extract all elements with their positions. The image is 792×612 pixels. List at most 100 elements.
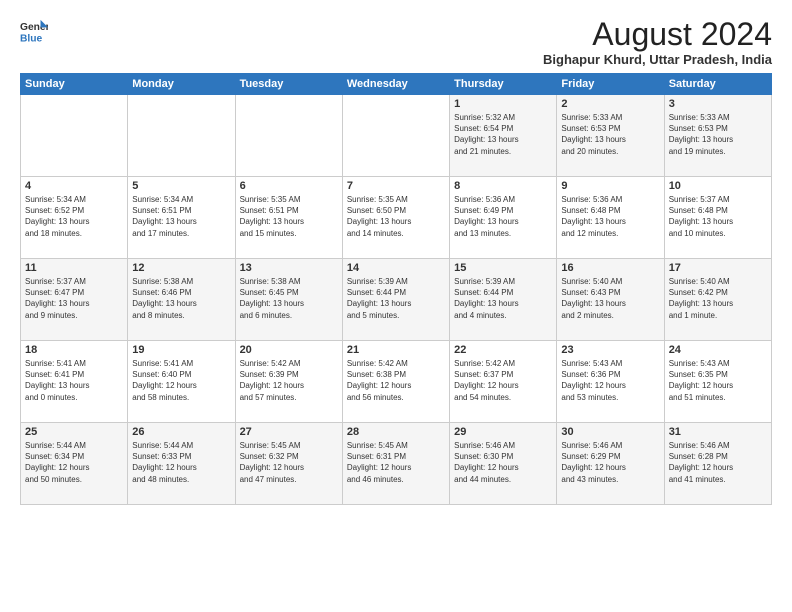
day-info: Sunrise: 5:39 AM Sunset: 6:44 PM Dayligh…	[454, 276, 552, 321]
day-info: Sunrise: 5:41 AM Sunset: 6:40 PM Dayligh…	[132, 358, 230, 403]
day-number: 4	[25, 180, 123, 192]
day-number: 10	[669, 180, 767, 192]
location-subtitle: Bighapur Khurd, Uttar Pradesh, India	[543, 52, 772, 67]
day-info: Sunrise: 5:45 AM Sunset: 6:32 PM Dayligh…	[240, 440, 338, 485]
calendar-cell	[128, 95, 235, 177]
col-sunday: Sunday	[21, 74, 128, 95]
calendar-cell: 4Sunrise: 5:34 AM Sunset: 6:52 PM Daylig…	[21, 177, 128, 259]
day-number: 17	[669, 262, 767, 274]
day-info: Sunrise: 5:42 AM Sunset: 6:39 PM Dayligh…	[240, 358, 338, 403]
day-number: 7	[347, 180, 445, 192]
logo: General Blue	[20, 18, 48, 46]
day-number: 29	[454, 426, 552, 438]
calendar-cell: 18 Sunrise: 5:41 AM Sunset: 6:41 PM Dayli…	[21, 341, 128, 423]
day-info: Sunrise: 5:40 AM Sunset: 6:43 PM Dayligh…	[561, 276, 659, 321]
col-thursday: Thursday	[450, 74, 557, 95]
calendar-cell: 5Sunrise: 5:34 AM Sunset: 6:51 PM Daylig…	[128, 177, 235, 259]
day-info: Sunrise: 5:40 AM Sunset: 6:42 PM Dayligh…	[669, 276, 767, 321]
day-info: Sunrise: 5:46 AM Sunset: 6:30 PM Dayligh…	[454, 440, 552, 485]
day-info: Sunrise: 5:33 AM Sunset: 6:53 PM Dayligh…	[669, 112, 767, 157]
day-info: Sunrise: 5:38 AM Sunset: 6:46 PM Dayligh…	[132, 276, 230, 321]
day-info: Sunrise: 5:35 AM Sunset: 6:50 PM Dayligh…	[347, 194, 445, 239]
day-number: 13	[240, 262, 338, 274]
day-number: 16	[561, 262, 659, 274]
calendar-cell: 2 Sunrise: 5:33 AM Sunset: 6:53 PM Daylig…	[557, 95, 664, 177]
day-number: 18	[25, 344, 123, 356]
day-info: Sunrise: 5:37 AM Sunset: 6:47 PM Dayligh…	[25, 276, 123, 321]
day-info: Sunrise: 5:43 AM Sunset: 6:36 PM Dayligh…	[561, 358, 659, 403]
day-info: Sunrise: 5:42 AM Sunset: 6:37 PM Dayligh…	[454, 358, 552, 403]
day-info: Sunrise: 5:41 AM Sunset: 6:41 PM Dayligh…	[25, 358, 123, 403]
logo-icon: General Blue	[20, 18, 48, 46]
calendar-week-2: 4Sunrise: 5:34 AM Sunset: 6:52 PM Daylig…	[21, 177, 772, 259]
col-monday: Monday	[128, 74, 235, 95]
calendar-cell: 26Sunrise: 5:44 AM Sunset: 6:33 PM Dayli…	[128, 423, 235, 505]
calendar-cell: 19Sunrise: 5:41 AM Sunset: 6:40 PM Dayli…	[128, 341, 235, 423]
calendar-cell: 22Sunrise: 5:42 AM Sunset: 6:37 PM Dayli…	[450, 341, 557, 423]
calendar-cell: 24 Sunrise: 5:43 AM Sunset: 6:35 PM Dayli…	[664, 341, 771, 423]
day-number: 24	[669, 344, 767, 356]
calendar-cell	[21, 95, 128, 177]
calendar-cell: 3 Sunrise: 5:33 AM Sunset: 6:53 PM Daylig…	[664, 95, 771, 177]
calendar-cell: 1 Sunrise: 5:32 AM Sunset: 6:54 PM Daylig…	[450, 95, 557, 177]
day-number: 2	[561, 98, 659, 110]
day-info: Sunrise: 5:38 AM Sunset: 6:45 PM Dayligh…	[240, 276, 338, 321]
calendar-cell: 9Sunrise: 5:36 AM Sunset: 6:48 PM Daylig…	[557, 177, 664, 259]
day-info: Sunrise: 5:43 AM Sunset: 6:35 PM Dayligh…	[669, 358, 767, 403]
day-number: 30	[561, 426, 659, 438]
day-info: Sunrise: 5:46 AM Sunset: 6:28 PM Dayligh…	[669, 440, 767, 485]
calendar-cell: 11Sunrise: 5:37 AM Sunset: 6:47 PM Dayli…	[21, 259, 128, 341]
day-number: 1	[454, 98, 552, 110]
day-number: 14	[347, 262, 445, 274]
day-number: 28	[347, 426, 445, 438]
calendar-cell: 27Sunrise: 5:45 AM Sunset: 6:32 PM Dayli…	[235, 423, 342, 505]
calendar-cell: 16 Sunrise: 5:40 AM Sunset: 6:43 PM Dayli…	[557, 259, 664, 341]
day-info: Sunrise: 5:33 AM Sunset: 6:53 PM Dayligh…	[561, 112, 659, 157]
day-info: Sunrise: 5:35 AM Sunset: 6:51 PM Dayligh…	[240, 194, 338, 239]
day-info: Sunrise: 5:45 AM Sunset: 6:31 PM Dayligh…	[347, 440, 445, 485]
day-number: 23	[561, 344, 659, 356]
col-wednesday: Wednesday	[342, 74, 449, 95]
calendar-cell: 6 Sunrise: 5:35 AM Sunset: 6:51 PM Daylig…	[235, 177, 342, 259]
day-number: 6	[240, 180, 338, 192]
day-number: 8	[454, 180, 552, 192]
calendar-cell: 14Sunrise: 5:39 AM Sunset: 6:44 PM Dayli…	[342, 259, 449, 341]
day-info: Sunrise: 5:37 AM Sunset: 6:48 PM Dayligh…	[669, 194, 767, 239]
calendar-cell	[235, 95, 342, 177]
header: General Blue August 2024 Bighapur Khurd,…	[20, 18, 772, 67]
header-row: Sunday Monday Tuesday Wednesday Thursday…	[21, 74, 772, 95]
day-number: 31	[669, 426, 767, 438]
day-number: 25	[25, 426, 123, 438]
calendar-cell: 31 Sunrise: 5:46 AM Sunset: 6:28 PM Dayli…	[664, 423, 771, 505]
calendar-cell: 23 Sunrise: 5:43 AM Sunset: 6:36 PM Dayli…	[557, 341, 664, 423]
col-tuesday: Tuesday	[235, 74, 342, 95]
calendar-cell: 15Sunrise: 5:39 AM Sunset: 6:44 PM Dayli…	[450, 259, 557, 341]
day-number: 9	[561, 180, 659, 192]
calendar-cell: 12 Sunrise: 5:38 AM Sunset: 6:46 PM Dayli…	[128, 259, 235, 341]
day-number: 5	[132, 180, 230, 192]
calendar-cell: 28 Sunrise: 5:45 AM Sunset: 6:31 PM Dayli…	[342, 423, 449, 505]
calendar-week-3: 11Sunrise: 5:37 AM Sunset: 6:47 PM Dayli…	[21, 259, 772, 341]
col-friday: Friday	[557, 74, 664, 95]
calendar-week-5: 25 Sunrise: 5:44 AM Sunset: 6:34 PM Dayli…	[21, 423, 772, 505]
day-info: Sunrise: 5:32 AM Sunset: 6:54 PM Dayligh…	[454, 112, 552, 157]
day-number: 20	[240, 344, 338, 356]
day-number: 12	[132, 262, 230, 274]
calendar-week-4: 18 Sunrise: 5:41 AM Sunset: 6:41 PM Dayli…	[21, 341, 772, 423]
svg-text:Blue: Blue	[20, 33, 43, 44]
day-number: 3	[669, 98, 767, 110]
calendar-cell: 20 Sunrise: 5:42 AM Sunset: 6:39 PM Dayli…	[235, 341, 342, 423]
page: General Blue August 2024 Bighapur Khurd,…	[0, 0, 792, 612]
calendar-cell: 30 Sunrise: 5:46 AM Sunset: 6:29 PM Dayli…	[557, 423, 664, 505]
day-info: Sunrise: 5:42 AM Sunset: 6:38 PM Dayligh…	[347, 358, 445, 403]
month-title: August 2024	[543, 18, 772, 50]
day-info: Sunrise: 5:46 AM Sunset: 6:29 PM Dayligh…	[561, 440, 659, 485]
calendar-cell: 8Sunrise: 5:36 AM Sunset: 6:49 PM Daylig…	[450, 177, 557, 259]
day-info: Sunrise: 5:44 AM Sunset: 6:34 PM Dayligh…	[25, 440, 123, 485]
calendar-cell: 17 Sunrise: 5:40 AM Sunset: 6:42 PM Dayli…	[664, 259, 771, 341]
calendar-cell: 21Sunrise: 5:42 AM Sunset: 6:38 PM Dayli…	[342, 341, 449, 423]
calendar-cell: 7 Sunrise: 5:35 AM Sunset: 6:50 PM Daylig…	[342, 177, 449, 259]
calendar-week-1: 1 Sunrise: 5:32 AM Sunset: 6:54 PM Daylig…	[21, 95, 772, 177]
title-block: August 2024 Bighapur Khurd, Uttar Prades…	[543, 18, 772, 67]
day-number: 26	[132, 426, 230, 438]
